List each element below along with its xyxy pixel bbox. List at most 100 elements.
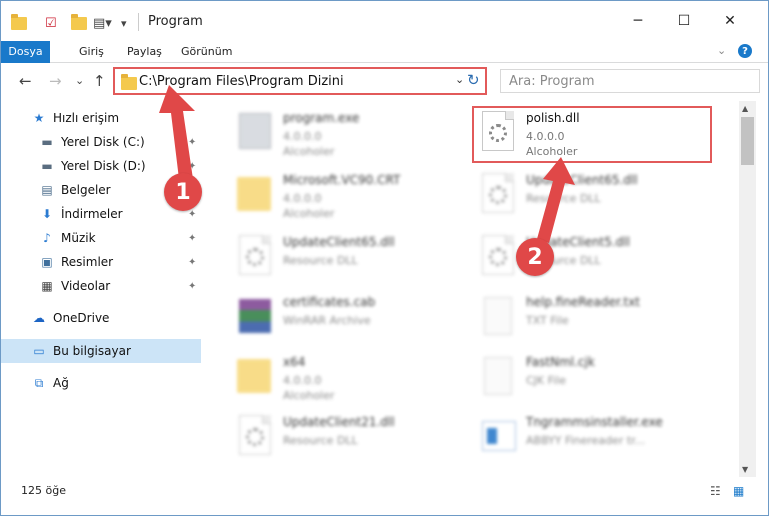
- dll-file-icon: [478, 173, 518, 217]
- folder-icon: [235, 355, 275, 399]
- text-file-icon: [478, 295, 518, 339]
- file-company: Alcoholer: [283, 207, 335, 220]
- item-count: 125 öğe: [21, 484, 66, 497]
- file-name: Microsoft.VC90.CRT: [283, 173, 401, 187]
- file-type: TXT File: [526, 314, 569, 327]
- text-file-icon: [478, 355, 518, 399]
- close-button[interactable]: ✕: [707, 7, 753, 35]
- sidebar-item-label: İndirmeler: [61, 207, 123, 221]
- file-company: Alcoholer: [283, 145, 335, 158]
- details-view-icon[interactable]: ☷: [710, 484, 721, 498]
- back-button[interactable]: ←: [19, 72, 32, 90]
- file-item[interactable]: UpdateClient21.dll Resource DLL: [221, 407, 451, 467]
- sidebar-item-label: Bu bilgisayar: [53, 344, 131, 358]
- forward-button[interactable]: →: [49, 72, 62, 90]
- pin-icon: ✦: [188, 208, 197, 220]
- sidebar-item-onedrive[interactable]: ☁ OneDrive: [1, 306, 201, 330]
- scroll-thumb[interactable]: [741, 117, 754, 165]
- vertical-scrollbar[interactable]: ▲ ▼: [739, 101, 756, 477]
- toolbar-dropdown-icon[interactable]: ▾: [121, 13, 127, 33]
- sidebar-item-this-pc[interactable]: ▭ Bu bilgisayar: [1, 339, 201, 363]
- tab-giris[interactable]: Giriş: [67, 41, 116, 63]
- file-item[interactable]: certificates.cab WinRAR Archive: [221, 287, 451, 347]
- sidebar-item-music[interactable]: ♪ Müzik ✦: [1, 226, 201, 250]
- address-dropdown-icon[interactable]: ⌄: [455, 73, 464, 86]
- tab-gorunum[interactable]: Görünüm: [169, 41, 244, 63]
- file-name: Tngrammsinstaller.exe: [526, 415, 663, 429]
- star-icon: ★: [33, 111, 45, 125]
- file-version: 4.0.0.0: [283, 374, 322, 387]
- file-name: certificates.cab: [283, 295, 376, 309]
- file-item[interactable]: program.exe 4.0.0.0 Alcoholer: [221, 103, 451, 163]
- ribbon-tabs: Dosya Giriş Paylaş Görünüm ⌄ ?: [1, 41, 768, 63]
- installer-icon: [478, 415, 518, 459]
- scroll-up-icon[interactable]: ▲: [742, 104, 748, 113]
- help-icon[interactable]: ?: [738, 44, 752, 58]
- address-folder-icon: [121, 74, 137, 90]
- customize-toolbar-icon[interactable]: ▤▾: [93, 13, 112, 33]
- search-box[interactable]: Ara: Program: [500, 69, 760, 93]
- sidebar-item-network[interactable]: ⧉ Ağ: [1, 371, 201, 395]
- dll-file-icon: [235, 235, 275, 279]
- sidebar-item-label: Resimler: [61, 255, 114, 269]
- sidebar-item-label: Belgeler: [61, 183, 111, 197]
- exe-file-icon: [235, 111, 275, 155]
- sidebar-item-label: Hızlı erişim: [53, 111, 120, 125]
- pin-icon: ✦: [188, 256, 197, 268]
- folder-icon: [235, 173, 275, 217]
- file-item[interactable]: help.fineReader.txt TXT File: [464, 287, 694, 347]
- download-icon: ⬇: [41, 207, 53, 221]
- sidebar-item-label: OneDrive: [53, 311, 110, 325]
- refresh-button[interactable]: ↻: [467, 71, 480, 89]
- file-company: Alcoholer: [283, 389, 335, 402]
- recent-locations-button[interactable]: ⌄: [75, 74, 84, 87]
- maximize-button[interactable]: ☐: [661, 7, 707, 35]
- search-placeholder: Ara: Program: [509, 74, 595, 89]
- drive-icon: ▬: [41, 135, 53, 149]
- drive-icon: ▬: [41, 159, 53, 173]
- pin-icon: ✦: [188, 280, 197, 292]
- pin-icon: ✦: [188, 232, 197, 244]
- title-bar: ☑ ▤▾ ▾ Program ─ ☐ ✕: [1, 1, 768, 41]
- file-item[interactable]: Tngrammsinstaller.exe ABBYY Finereader t…: [464, 407, 694, 467]
- properties-check-icon[interactable]: ☑: [45, 13, 57, 33]
- tab-dosya[interactable]: Dosya: [1, 41, 50, 63]
- computer-icon: ▭: [33, 344, 45, 358]
- file-item[interactable]: FastNml.cjk CJK File: [464, 347, 694, 407]
- file-name: help.fineReader.txt: [526, 295, 640, 309]
- music-icon: ♪: [43, 231, 51, 245]
- file-item[interactable]: Microsoft.VC90.CRT 4.0.0.0 Alcoholer: [221, 165, 451, 225]
- dll-file-icon: [478, 235, 518, 279]
- network-icon: ⧉: [34, 375, 44, 390]
- polish-dll-highlight-box: [472, 106, 712, 163]
- file-type: CJK File: [526, 374, 567, 387]
- archive-icon: [235, 295, 275, 339]
- tab-paylas[interactable]: Paylaş: [115, 41, 174, 63]
- videos-icon: ▦: [41, 279, 53, 293]
- explorer-window: ☑ ▤▾ ▾ Program ─ ☐ ✕ Dosya Giriş Paylaş …: [0, 0, 769, 516]
- file-version: 4.0.0.0: [283, 130, 322, 143]
- pictures-icon: ▣: [41, 255, 53, 269]
- sidebar-item-label: Yerel Disk (C:): [61, 135, 145, 149]
- sidebar-item-label: Yerel Disk (D:): [61, 159, 146, 173]
- large-icons-view-icon[interactable]: ▦: [733, 484, 744, 498]
- file-type: Resource DLL: [283, 254, 358, 267]
- sidebar-item-pictures[interactable]: ▣ Resimler ✦: [1, 250, 201, 274]
- annotation-arrow-2: [537, 157, 575, 243]
- minimize-button[interactable]: ─: [615, 7, 661, 35]
- file-name: x64: [283, 355, 306, 369]
- up-button[interactable]: ↑: [93, 72, 106, 90]
- scroll-down-icon[interactable]: ▼: [742, 465, 748, 474]
- file-type: WinRAR Archive: [283, 314, 371, 327]
- file-item[interactable]: UpdateClient65.dll Resource DLL: [221, 227, 451, 287]
- file-item[interactable]: x64 4.0.0.0 Alcoholer: [221, 347, 451, 407]
- sidebar-item-label: Videolar: [61, 279, 111, 293]
- dll-file-icon: [235, 415, 275, 459]
- sidebar-item-videos[interactable]: ▦ Videolar ✦: [1, 274, 201, 298]
- file-type: Resource DLL: [283, 434, 358, 447]
- ribbon-expand-icon[interactable]: ⌄: [717, 44, 726, 57]
- new-folder-icon[interactable]: [71, 13, 87, 33]
- documents-icon: ▤: [41, 183, 53, 197]
- quick-access-folder-icon[interactable]: [11, 13, 27, 33]
- file-name: program.exe: [283, 111, 360, 125]
